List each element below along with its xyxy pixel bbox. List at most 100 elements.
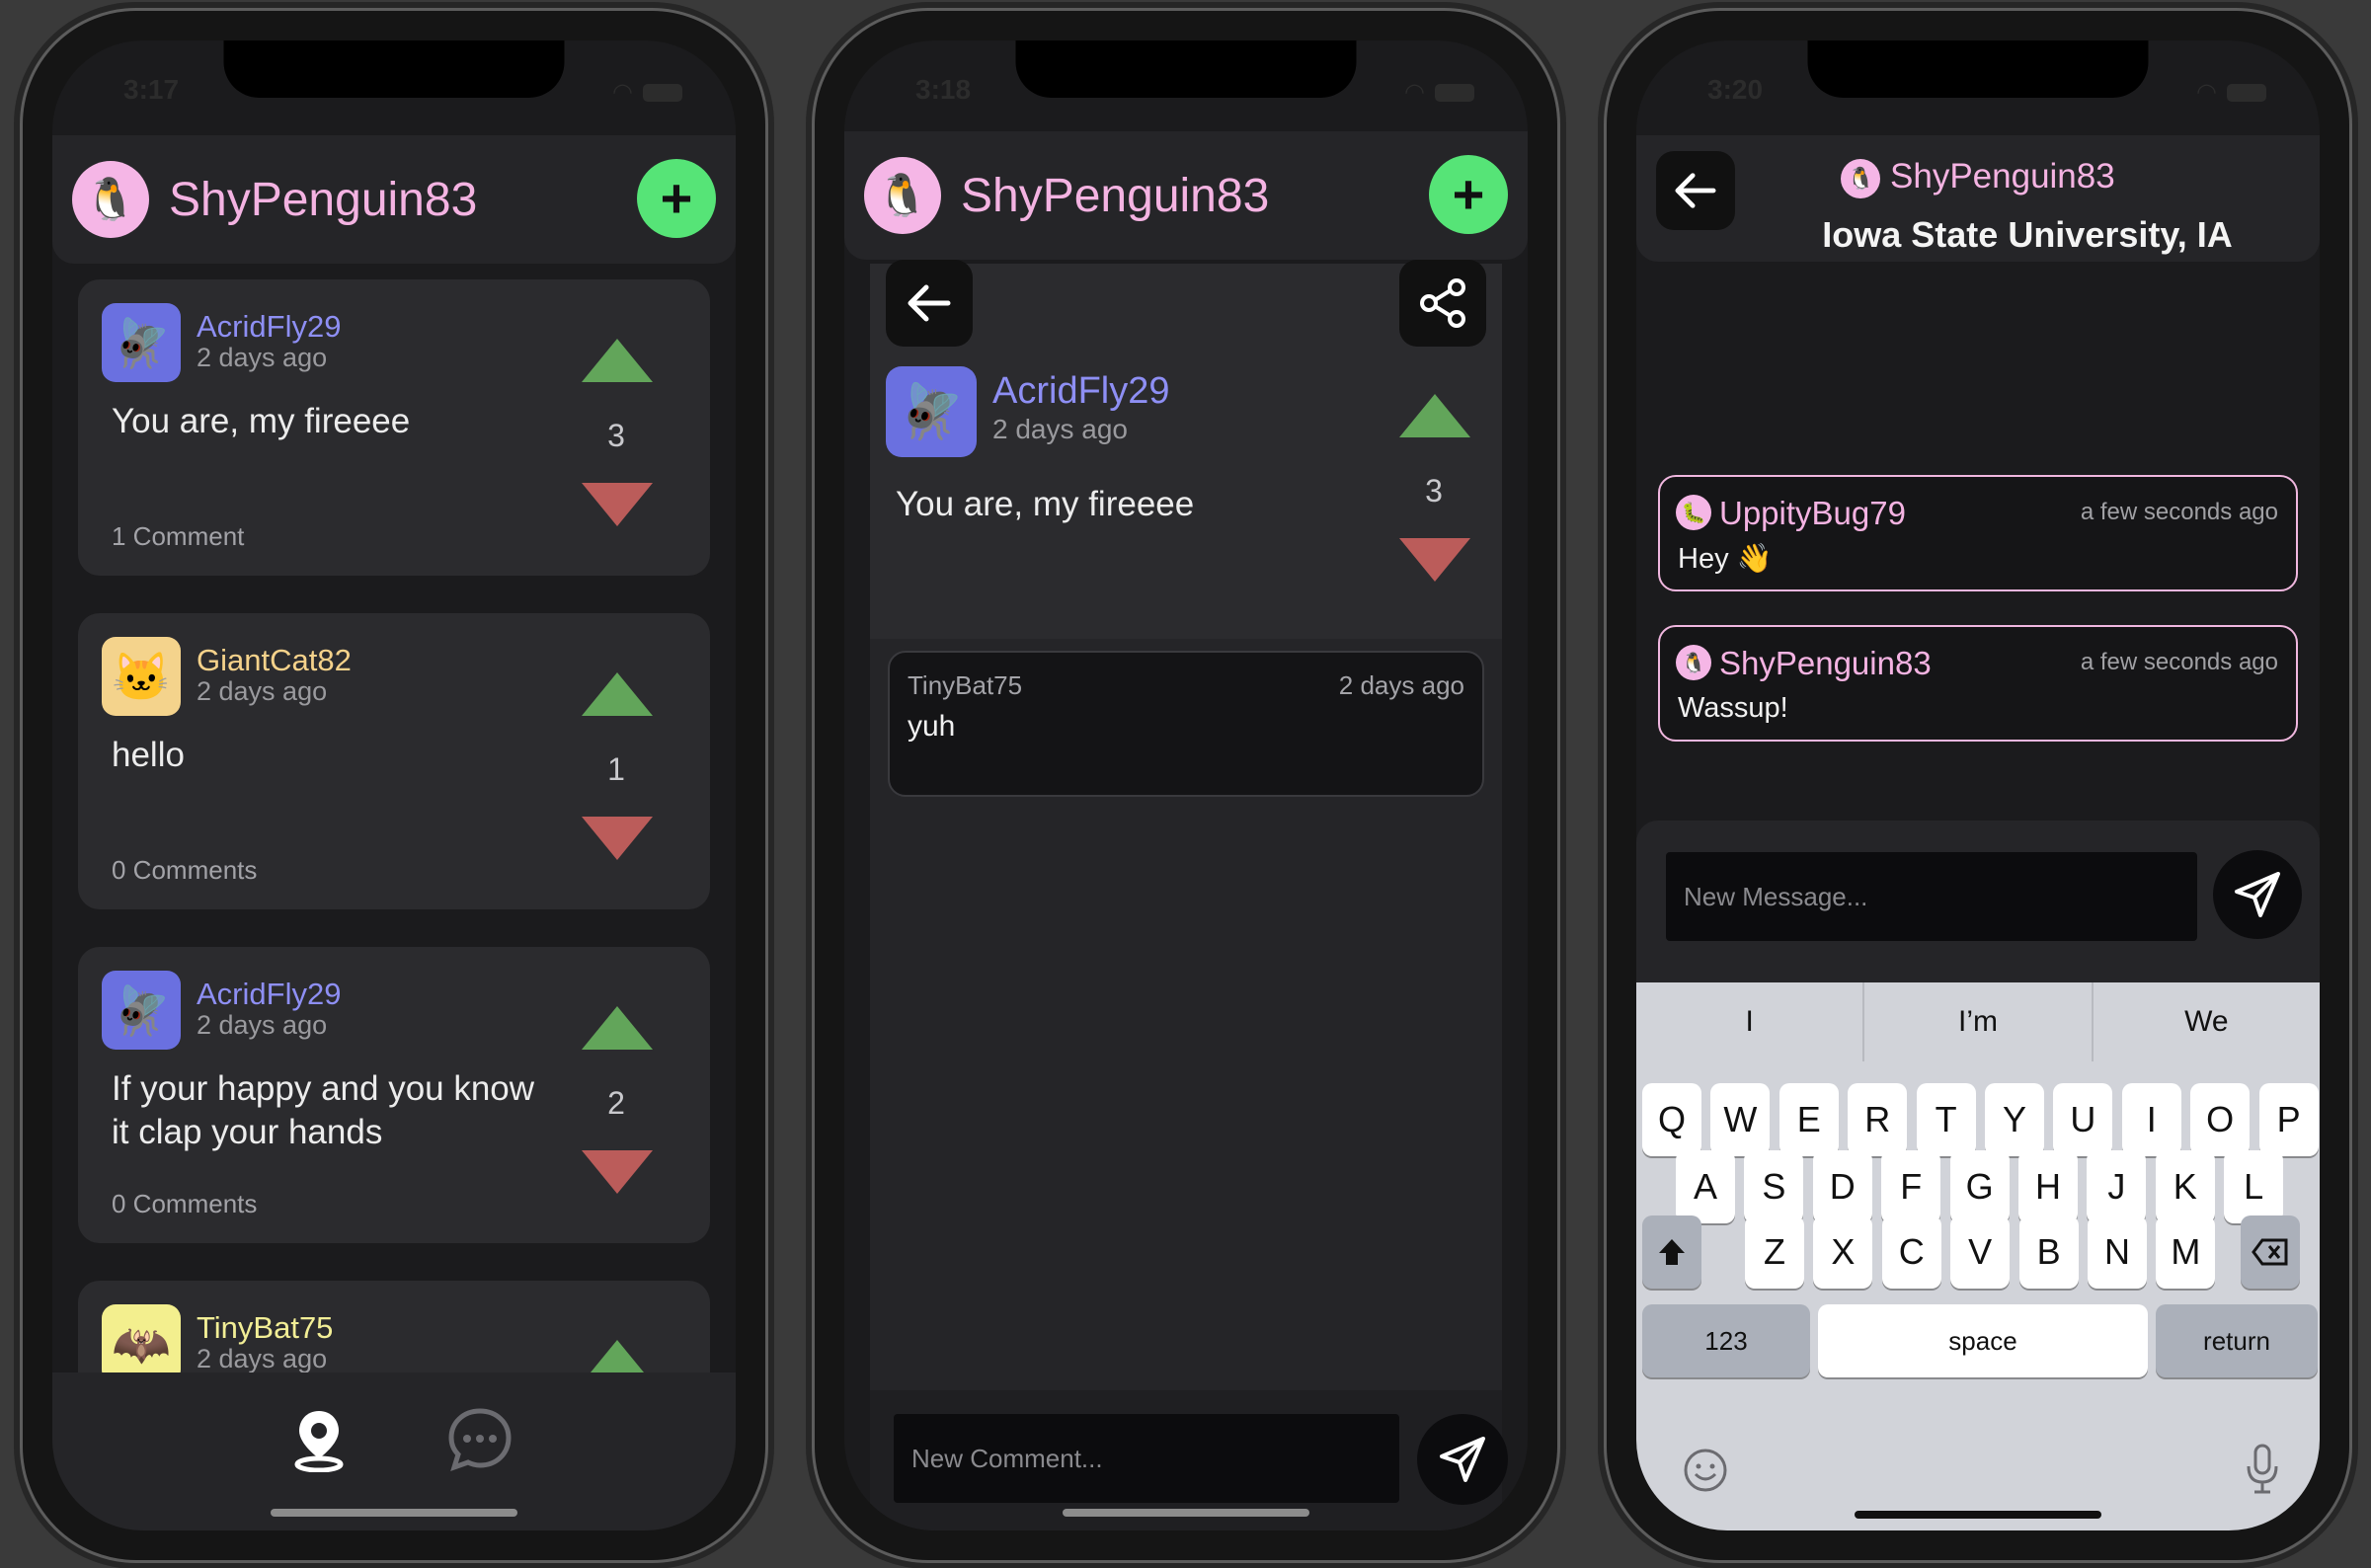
post-comment-count[interactable]: 0 Comments bbox=[112, 1189, 257, 1219]
downvote-button[interactable] bbox=[582, 483, 653, 526]
upvote-button[interactable] bbox=[582, 1340, 653, 1372]
upvote-button[interactable] bbox=[582, 1006, 653, 1050]
post-author[interactable]: AcridFly29 bbox=[197, 309, 341, 345]
backspace-key[interactable] bbox=[2241, 1215, 2300, 1289]
upvote-button[interactable] bbox=[1399, 394, 1470, 437]
home-indicator[interactable] bbox=[271, 1509, 517, 1517]
downvote-button[interactable] bbox=[1399, 538, 1470, 582]
key-letter[interactable]: Y bbox=[1985, 1083, 2044, 1156]
map-pin-icon[interactable] bbox=[279, 1400, 358, 1479]
key-letter[interactable]: I bbox=[2121, 1083, 2181, 1156]
upvote-button[interactable] bbox=[582, 339, 653, 382]
wifi-icon: ◠ bbox=[612, 79, 633, 106]
bat-icon: 🦇 bbox=[112, 1318, 171, 1372]
key-letter[interactable]: C bbox=[1881, 1215, 1941, 1289]
chat-header: 🐧 ShyPenguin83 Iowa State University, IA bbox=[1636, 135, 2320, 262]
home-indicator[interactable] bbox=[1063, 1509, 1309, 1517]
detail-screen: 3:18 ◠ 🐧 ShyPenguin83 + 🪰 AcridFly29 2 d… bbox=[844, 40, 1528, 1530]
key-letter[interactable]: D bbox=[1812, 1150, 1872, 1223]
phone-feed: 3:17 ◠ 🐧 ShyPenguin83 + 🪰 AcridFly29 2 d… bbox=[20, 8, 768, 1563]
chat-bubble-icon[interactable] bbox=[440, 1400, 519, 1479]
home-indicator[interactable] bbox=[1855, 1511, 2101, 1519]
key-letter[interactable]: J bbox=[2087, 1150, 2147, 1223]
status-time: 3:20 bbox=[1707, 74, 1764, 105]
arrow-left-icon bbox=[1675, 173, 1716, 208]
new-post-button[interactable]: + bbox=[637, 159, 716, 238]
detail-post-card: 🪰 AcridFly29 2 days ago You are, my fire… bbox=[870, 260, 1502, 639]
user-avatar[interactable]: 🐧 bbox=[72, 161, 149, 238]
suggestion[interactable]: We bbox=[2094, 982, 2320, 1061]
user-avatar[interactable]: 🐧 bbox=[864, 157, 941, 234]
message-author: UppityBug79 bbox=[1719, 495, 1906, 531]
chat-room-title: Iowa State University, IA bbox=[1822, 214, 2233, 255]
back-button[interactable] bbox=[886, 260, 973, 347]
post-card[interactable]: 🐱 GiantCat82 2 days ago hello 0 Comments… bbox=[78, 613, 710, 909]
post-comment-count[interactable]: 0 Comments bbox=[112, 855, 257, 886]
key-letter[interactable]: Z bbox=[1745, 1215, 1804, 1289]
post-author[interactable]: TinyBat75 bbox=[197, 1310, 333, 1346]
post-time: 2 days ago bbox=[197, 676, 328, 706]
shift-key[interactable] bbox=[1642, 1215, 1701, 1289]
post-text: You are, my fireeee bbox=[896, 485, 1195, 523]
new-post-button[interactable]: + bbox=[1429, 155, 1508, 234]
key-letter[interactable]: E bbox=[1778, 1083, 1839, 1156]
key-letter[interactable]: S bbox=[1744, 1150, 1804, 1223]
post-comment-count[interactable]: 1 Comment bbox=[112, 521, 244, 552]
key-letter[interactable]: O bbox=[2190, 1083, 2251, 1156]
key-letter[interactable]: R bbox=[1848, 1083, 1908, 1156]
key-letter[interactable]: N bbox=[2088, 1215, 2147, 1289]
send-comment-button[interactable] bbox=[1417, 1414, 1508, 1505]
key-letter[interactable]: A bbox=[1676, 1150, 1735, 1223]
new-message-input[interactable] bbox=[1666, 852, 2197, 941]
microphone-icon[interactable] bbox=[2245, 1443, 2280, 1501]
suggestion[interactable]: I’m bbox=[1864, 982, 2094, 1061]
post-time: 2 days ago bbox=[197, 1010, 328, 1040]
message-time: a few seconds ago bbox=[2080, 499, 2278, 525]
post-detail: 🪰 AcridFly29 2 days ago You are, my fire… bbox=[870, 260, 1508, 1530]
post-author[interactable]: GiantCat82 bbox=[197, 643, 352, 678]
key-letter[interactable]: G bbox=[1949, 1150, 2010, 1223]
share-button[interactable] bbox=[1399, 260, 1486, 347]
key-letter[interactable]: U bbox=[2053, 1083, 2113, 1156]
space-key[interactable]: space bbox=[1818, 1304, 2148, 1377]
key-letter[interactable]: H bbox=[2018, 1150, 2078, 1223]
back-button[interactable] bbox=[1656, 151, 1735, 230]
message-author: ShyPenguin83 bbox=[1719, 645, 1932, 681]
penguin-icon: 🐧 bbox=[84, 175, 137, 222]
downvote-button[interactable] bbox=[582, 817, 653, 860]
comment-text: yuh bbox=[908, 710, 956, 743]
post-time: 2 days ago bbox=[197, 343, 328, 372]
post-feed[interactable]: 🪰 AcridFly29 2 days ago You are, my fire… bbox=[52, 264, 736, 1372]
post-card[interactable]: 🪰 AcridFly29 2 days ago If your happy an… bbox=[78, 947, 710, 1243]
downvote-button[interactable] bbox=[582, 1150, 653, 1194]
key-letter[interactable]: W bbox=[1710, 1083, 1771, 1156]
comment-author: TinyBat75 bbox=[908, 670, 1023, 700]
suggestion[interactable]: I bbox=[1636, 982, 1865, 1061]
return-key[interactable]: return bbox=[2156, 1304, 2318, 1377]
penguin-icon: 🐧 bbox=[1841, 158, 1881, 198]
post-author[interactable]: AcridFly29 bbox=[197, 977, 341, 1012]
key-letter[interactable]: K bbox=[2155, 1150, 2215, 1223]
key-letter[interactable]: X bbox=[1813, 1215, 1873, 1289]
fly-icon: 🪰 bbox=[898, 381, 965, 441]
key-letter[interactable]: P bbox=[2258, 1083, 2319, 1156]
key-letter[interactable]: L bbox=[2224, 1150, 2284, 1223]
post-card[interactable]: 🦇 TinyBat75 2 days ago bbox=[78, 1281, 710, 1372]
send-message-button[interactable] bbox=[2213, 850, 2302, 939]
key-letter[interactable]: B bbox=[2018, 1215, 2079, 1289]
key-letter[interactable]: F bbox=[1881, 1150, 1941, 1223]
post-card[interactable]: 🪰 AcridFly29 2 days ago You are, my fire… bbox=[78, 279, 710, 576]
key-letter[interactable]: T bbox=[1916, 1083, 1976, 1156]
post-avatar: 🪰 bbox=[102, 971, 181, 1050]
new-comment-input[interactable] bbox=[894, 1414, 1399, 1503]
chat-message: 🐛 UppityBug79 a few seconds ago Hey 👋 bbox=[1658, 475, 2298, 591]
upvote-button[interactable] bbox=[582, 672, 653, 716]
key-letter[interactable]: M bbox=[2156, 1215, 2216, 1289]
post-text: If your happy and you know it clap your … bbox=[112, 1069, 535, 1151]
post-author[interactable]: AcridFly29 bbox=[992, 370, 1170, 413]
numbers-key[interactable]: 123 bbox=[1642, 1304, 1810, 1377]
key-letter[interactable]: V bbox=[1950, 1215, 2011, 1289]
notch bbox=[1015, 40, 1357, 98]
key-letter[interactable]: Q bbox=[1642, 1083, 1701, 1156]
emoji-icon[interactable] bbox=[1682, 1447, 1729, 1499]
